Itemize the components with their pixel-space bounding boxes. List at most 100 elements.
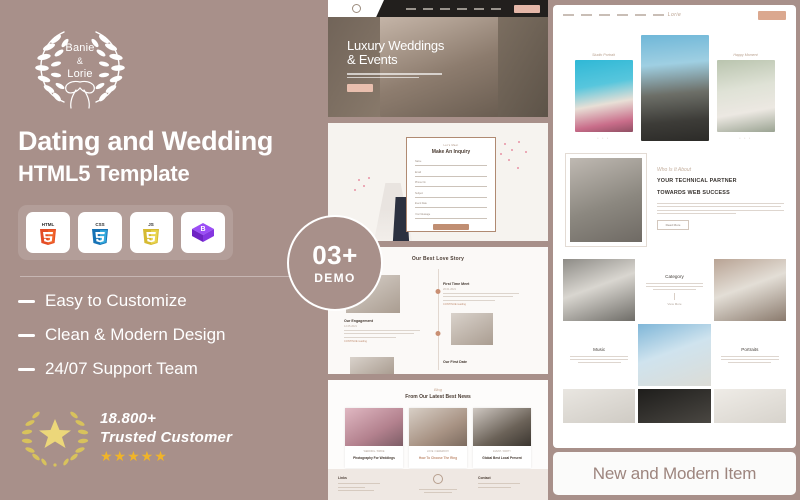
- inquiry-field-subject[interactable]: Subject: [415, 192, 487, 198]
- category-photo-cell[interactable]: [563, 259, 636, 321]
- tech-badge-html5: HTML: [26, 212, 70, 253]
- category-photo-cell[interactable]: [713, 389, 786, 423]
- nav-link[interactable]: [617, 14, 628, 16]
- category-desc: [720, 356, 779, 363]
- category-photo-cell[interactable]: [638, 389, 711, 423]
- news-card[interactable]: LOVE / CEREMONY How To Choose The Ring: [409, 408, 467, 468]
- nav-link[interactable]: [635, 14, 646, 16]
- footer-contact-title: Contact: [478, 476, 491, 480]
- divider: [674, 293, 675, 301]
- hero-title-line2: & Events: [347, 52, 398, 67]
- event-link[interactable]: CONTINUE reading: [344, 340, 422, 343]
- news-tag: LOVE / CEREMONY: [426, 450, 450, 453]
- feature-item-2: 24/07 Support Team: [18, 359, 302, 379]
- about-heading-line1: YOUR TECHNICAL PARTNER: [657, 178, 737, 184]
- nav-link[interactable]: [474, 7, 484, 10]
- feature-label: 24/07 Support Team: [45, 359, 198, 378]
- timeline-dot: [435, 331, 441, 336]
- love-story-event-0: First Time Meet 20.01.2021 CONTINUE read…: [443, 282, 521, 306]
- tech-badge-bootstrap: B: [181, 212, 225, 253]
- gallery-caption: Happy Moment: [733, 53, 758, 57]
- news-card-title: Global Best Local Present: [482, 456, 522, 460]
- news-card-list: WEDDING / BRIDE Photography For Weddings…: [328, 408, 548, 468]
- monogram-icon: [351, 4, 361, 13]
- hero-navbar: [328, 0, 548, 17]
- news-card[interactable]: WEDDING / BRIDE Photography For Weddings: [345, 408, 403, 468]
- field-label: Phone No: [415, 181, 426, 185]
- demo-label: DEMO: [314, 270, 356, 285]
- news-tag: EVENT / PARTY: [493, 450, 511, 453]
- banner-text: New and Modern Item: [592, 463, 757, 483]
- category-photo: [713, 259, 786, 321]
- nav-link[interactable]: [457, 7, 467, 10]
- category-photo-cell[interactable]: [638, 324, 711, 386]
- inquiry-field-phone[interactable]: Phone No: [415, 181, 487, 187]
- nav-link[interactable]: [563, 14, 574, 16]
- divider: [20, 276, 298, 277]
- love-story-photo: [350, 357, 394, 374]
- demo-count: 03+: [312, 239, 358, 270]
- bottom-banner: New and Modern Item: [553, 452, 796, 495]
- nav-link[interactable]: [406, 7, 416, 10]
- news-card[interactable]: EVENT / PARTY Global Best Local Present: [473, 408, 531, 468]
- dash-icon: [18, 333, 35, 337]
- tech-badge-javascript: JS: [129, 212, 174, 253]
- category-title: Category: [665, 273, 684, 279]
- javascript-icon: JS: [143, 222, 160, 245]
- feature-label: Easy to Customize: [45, 291, 187, 310]
- inquiry-field-message[interactable]: Your Message: [415, 213, 487, 219]
- news-card-title: How To Choose The Ring: [418, 456, 458, 460]
- gallery-item-left[interactable]: Studio Portrait • • •: [574, 35, 633, 140]
- field-label: Your Message: [415, 212, 431, 216]
- svg-text:HTML: HTML: [42, 222, 55, 227]
- love-story-event-1: Our Engagement 12.05.2021 CONTINUE readi…: [344, 319, 422, 343]
- category-photo-cell[interactable]: [713, 259, 786, 321]
- brand-logo-line2: Lorie: [67, 68, 93, 80]
- trust-badge: 18.800+ Trusted Customer ★★★★★: [18, 401, 302, 471]
- preview-hero[interactable]: Luxury Weddings & Events: [328, 0, 548, 117]
- nav-link[interactable]: [599, 14, 610, 16]
- love-story-event-2: Our First Date: [443, 360, 521, 364]
- dash-icon: [18, 367, 35, 371]
- hero-action-button[interactable]: [347, 84, 373, 92]
- inquiry-field-date[interactable]: Event Date: [415, 202, 487, 208]
- gallery-caption: Studio Portrait: [592, 53, 615, 57]
- event-link[interactable]: CONTINUE reading: [443, 303, 521, 306]
- feature-item-1: Clean & Modern Design: [18, 325, 302, 345]
- inquiry-submit-button[interactable]: [433, 223, 469, 230]
- page-title: Dating and Wedding: [18, 126, 274, 156]
- gallery-item-right[interactable]: Happy Moment • • •: [716, 35, 775, 140]
- portfolio-cta-button[interactable]: [758, 10, 786, 20]
- inquiry-field-email[interactable]: Email: [415, 171, 487, 177]
- tech-badge-list: HTML CSS JS B: [18, 205, 233, 260]
- love-story-photo: [451, 313, 493, 345]
- news-card-title: Photography For Weddings: [353, 456, 395, 460]
- event-title: First Time Meet: [443, 282, 470, 286]
- category-photo-cell[interactable]: [563, 389, 636, 423]
- brand-logo-line1: Banie: [65, 42, 95, 54]
- nav-link[interactable]: [491, 7, 501, 10]
- html5-icon: HTML: [39, 222, 56, 245]
- hero-cta-button[interactable]: [514, 4, 540, 13]
- category-text-cell: Music: [563, 324, 635, 386]
- category-photo: [713, 389, 786, 423]
- footer-contact-col: Contact: [468, 469, 548, 500]
- event-date: 20.01.2021: [443, 288, 456, 291]
- inquiry-field-name[interactable]: Name: [415, 160, 487, 166]
- nav-link[interactable]: [440, 7, 450, 10]
- preview-news[interactable]: Blog From Our Latest Best News WEDDING /…: [328, 380, 548, 500]
- preview-portfolio[interactable]: Lorie Studio Portrait • • • Happy Moment…: [553, 5, 796, 448]
- nav-link[interactable]: [653, 14, 664, 16]
- category-link[interactable]: View More: [667, 302, 681, 306]
- about-read-more-button[interactable]: Read More: [657, 219, 689, 230]
- nav-link[interactable]: [581, 14, 592, 16]
- trust-count: 18.800+: [100, 410, 157, 427]
- gallery-item-center[interactable]: [640, 35, 709, 141]
- trust-label: Trusted Customer: [100, 429, 233, 446]
- nav-link[interactable]: [423, 7, 433, 10]
- about-script: Who Is It About: [657, 167, 691, 173]
- svg-text:JS: JS: [149, 222, 155, 227]
- portfolio-logo: Lorie: [667, 12, 682, 18]
- hero-title-line1: Luxury Weddings: [347, 38, 445, 53]
- news-thumbnail: [345, 408, 403, 446]
